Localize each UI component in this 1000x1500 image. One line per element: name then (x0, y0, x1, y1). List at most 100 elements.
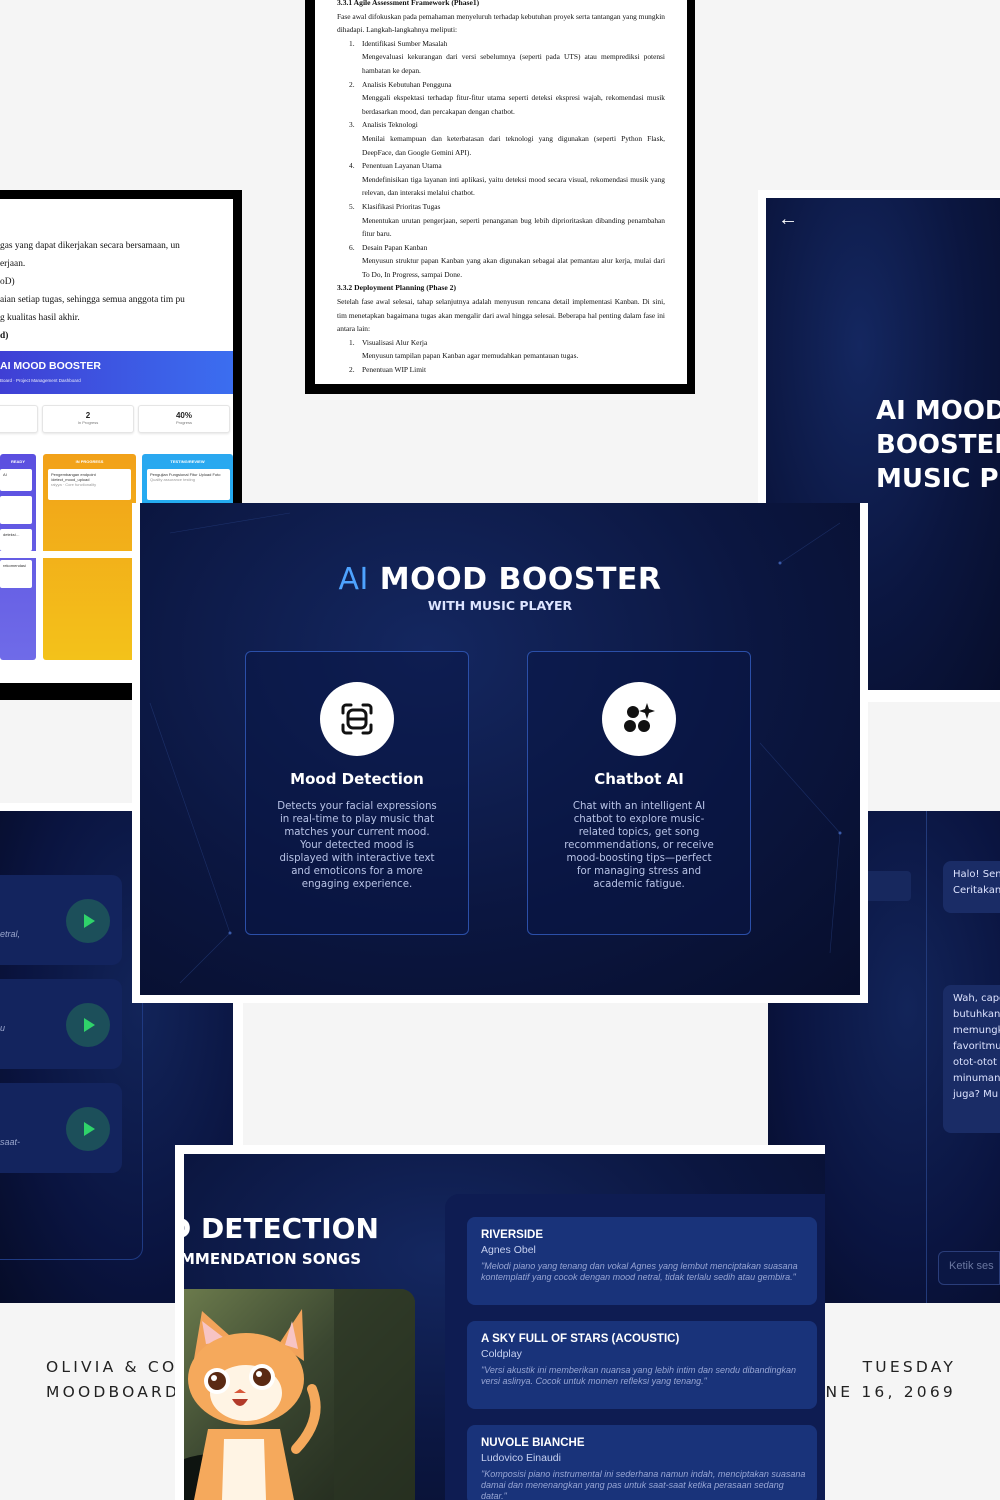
song-snippet: saat- (0, 1137, 21, 1147)
text-line: d) (0, 331, 9, 341)
moodboard-label: OLIVIA & CO. MOODBOARD (46, 1355, 185, 1405)
kanban-card[interactable]: Pengembangan endpoint /detect_mood_uploa… (48, 469, 131, 500)
feature-description: Detects your facial expressions in real-… (277, 801, 437, 890)
column-header: READY (10, 459, 25, 464)
stat-label: In Progress (77, 420, 99, 425)
stat-value: 2 (85, 411, 91, 420)
kanban-card[interactable]: AI (0, 469, 32, 491)
numbered-list: 1. Visualisasi Alur Kerja Menyusun tampila… (337, 336, 665, 377)
chat-bubble-bot: Halo! Sena Ceritakan (943, 861, 1000, 913)
landing-title: AI MOOD BOOSTER MUSIC PL (876, 394, 1000, 496)
cat-avatar-icon (184, 1289, 415, 1500)
chat-input[interactable]: Ketik ses (938, 1251, 1000, 1285)
stat-card (0, 405, 38, 433)
app-screenshot-recommendations: D DETECTION MMENDATION SONGS RIVERSIDE A… (175, 1145, 825, 1500)
song-artist: Ludovico Einaudi (481, 1452, 561, 1464)
features-title: AI MOOD BOOSTER (140, 562, 860, 597)
kanban-card[interactable] (0, 496, 32, 524)
document-screenshot-top: 3.3.1 Agile Assessment Framework (Phase1… (305, 0, 695, 394)
detection-title: D DETECTION (184, 1212, 379, 1245)
column-header: TESTING/REVIEW (170, 459, 205, 464)
text-line: erjaan. (0, 259, 26, 269)
chat-line: memungk (953, 1025, 1000, 1036)
list-number: 6. (349, 242, 355, 252)
list-number: 2. (349, 79, 355, 89)
list-title-text: Klasifikasi Prioritas Tugas (362, 201, 441, 211)
numbered-list: 1. Identifikasi Sumber Masalah Mengevaluas… (337, 37, 665, 282)
list-item-desc: Menilai kemampuan dan keterbatasan dari … (362, 133, 665, 157)
chat-line: otot-otot (953, 1057, 997, 1068)
kanban-title: AI MOOD BOOSTER (0, 360, 101, 372)
board-name: MOODBOARD (46, 1383, 181, 1401)
song-card[interactable] (0, 979, 122, 1069)
text-line: gas yang dapat dikerjakan secara bersama… (0, 241, 180, 251)
chat-line: juga? Mu (953, 1089, 999, 1100)
title-rest: MOOD BOOSTER (379, 562, 662, 597)
kanban-card[interactable]: rekomendasi (0, 560, 32, 588)
list-item-title: 5. Klasifikasi Prioritas Tugas (337, 200, 665, 214)
title-ai: AI (338, 562, 369, 597)
divider (926, 811, 927, 1303)
feature-card-mood-detection[interactable]: Mood Detection Detects your facial expre… (245, 651, 469, 935)
chat-line: favoritmu (953, 1041, 1000, 1052)
title-line: MUSIC PL (876, 464, 1000, 494)
card-title: Pengembangan endpoint /detect_mood_uploa… (51, 472, 96, 482)
back-arrow-icon[interactable]: ← (778, 208, 798, 231)
date-label: TUESDAY JUNE 16, 2069 (803, 1355, 956, 1405)
chat-line: Wah, cape (953, 993, 1000, 1004)
song-card[interactable]: RIVERSIDE Agnes Obel "Melodi piano yang … (467, 1217, 817, 1305)
chat-line: butuhkan (953, 1009, 1000, 1020)
feature-card-chatbot[interactable]: Chatbot AI Chat with an intelligent AI c… (527, 651, 751, 935)
song-artist: Coldplay (481, 1348, 522, 1360)
list-item-title: 3. Analisis Teknologi (337, 118, 665, 132)
text-line: g kualitas hasil akhir. (0, 313, 80, 323)
song-title: RIVERSIDE (481, 1229, 543, 1241)
list-item-title: 2. Penentuan WIP Limit (337, 363, 665, 377)
play-icon[interactable] (66, 1107, 110, 1151)
song-artist: Agnes Obel (481, 1244, 536, 1256)
song-reason: "Komposisi piano instrumental ini sederh… (481, 1469, 806, 1500)
stat-value: 40% (175, 411, 192, 420)
list-title-text: Visualisasi Alur Kerja (362, 337, 428, 347)
stat-label: Progress (175, 420, 192, 425)
kanban-card[interactable]: Pengujian Fungsional Fitur Upload Foto Q… (147, 469, 230, 500)
play-icon[interactable] (66, 1003, 110, 1047)
weekday: TUESDAY (862, 1358, 956, 1376)
list-number: 5. (349, 201, 355, 211)
list-item-title: 4. Penentuan Layanan Utama (337, 159, 665, 173)
chat-line: minuman (953, 1073, 1000, 1084)
list-number: 2. (349, 365, 355, 375)
list-item-title: 6. Desain Papan Kanban (337, 241, 665, 255)
list-number: 3. (349, 120, 355, 130)
song-reason: "Versi akustik ini memberikan nuansa yan… (481, 1365, 797, 1386)
title-line: BOOSTER (876, 430, 1000, 460)
song-card[interactable]: NUVOLE BIANCHE Ludovico Einaudi "Komposi… (467, 1425, 817, 1500)
kanban-card[interactable]: deteksi… (0, 529, 32, 551)
list-title-text: Identifikasi Sumber Masalah (362, 38, 448, 48)
list-title-text: Analisis Kebutuhan Pengguna (362, 79, 452, 89)
song-card[interactable]: A SKY FULL OF STARS (ACOUSTIC) Coldplay … (467, 1321, 817, 1409)
document-text: gas yang dapat dikerjakan secara bersama… (0, 237, 233, 345)
date: JUNE 16, 2069 (803, 1383, 956, 1401)
song-reason: "Melodi piano yang tenang dan vokal Agne… (481, 1261, 798, 1282)
play-icon[interactable] (66, 899, 110, 943)
kanban-header: AI MOOD BOOSTER Board · Project Manageme… (0, 351, 233, 394)
list-title-text: Penentuan Layanan Utama (362, 161, 442, 171)
text-line: oD) (0, 277, 15, 287)
song-card[interactable] (0, 875, 122, 965)
title-line: AI MOOD (876, 396, 1000, 426)
stat-card: 2 In Progress (42, 405, 134, 433)
list-title-text: Penentuan WIP Limit (362, 365, 427, 375)
section-heading: 3.3.2 Deployment Planning (Phase 2) (337, 283, 456, 293)
list-number: 1. (349, 38, 355, 48)
song-snippet: etral, (0, 929, 21, 939)
stat-card: 40% Progress (138, 405, 230, 433)
list-title-text: Desain Papan Kanban (362, 242, 428, 252)
camera-preview (184, 1289, 415, 1500)
song-card[interactable] (0, 1083, 122, 1173)
list-item-title: 1. Visualisasi Alur Kerja (337, 336, 665, 350)
card-meta: Quality assurance testing (150, 477, 195, 482)
section-heading: 3.3.1 Agile Assessment Framework (Phase1… (337, 0, 480, 7)
document-page: 3.3.1 Agile Assessment Framework (Phase1… (315, 0, 687, 384)
song-recommendation-panel: RIVERSIDE Agnes Obel "Melodi piano yang … (445, 1194, 825, 1500)
